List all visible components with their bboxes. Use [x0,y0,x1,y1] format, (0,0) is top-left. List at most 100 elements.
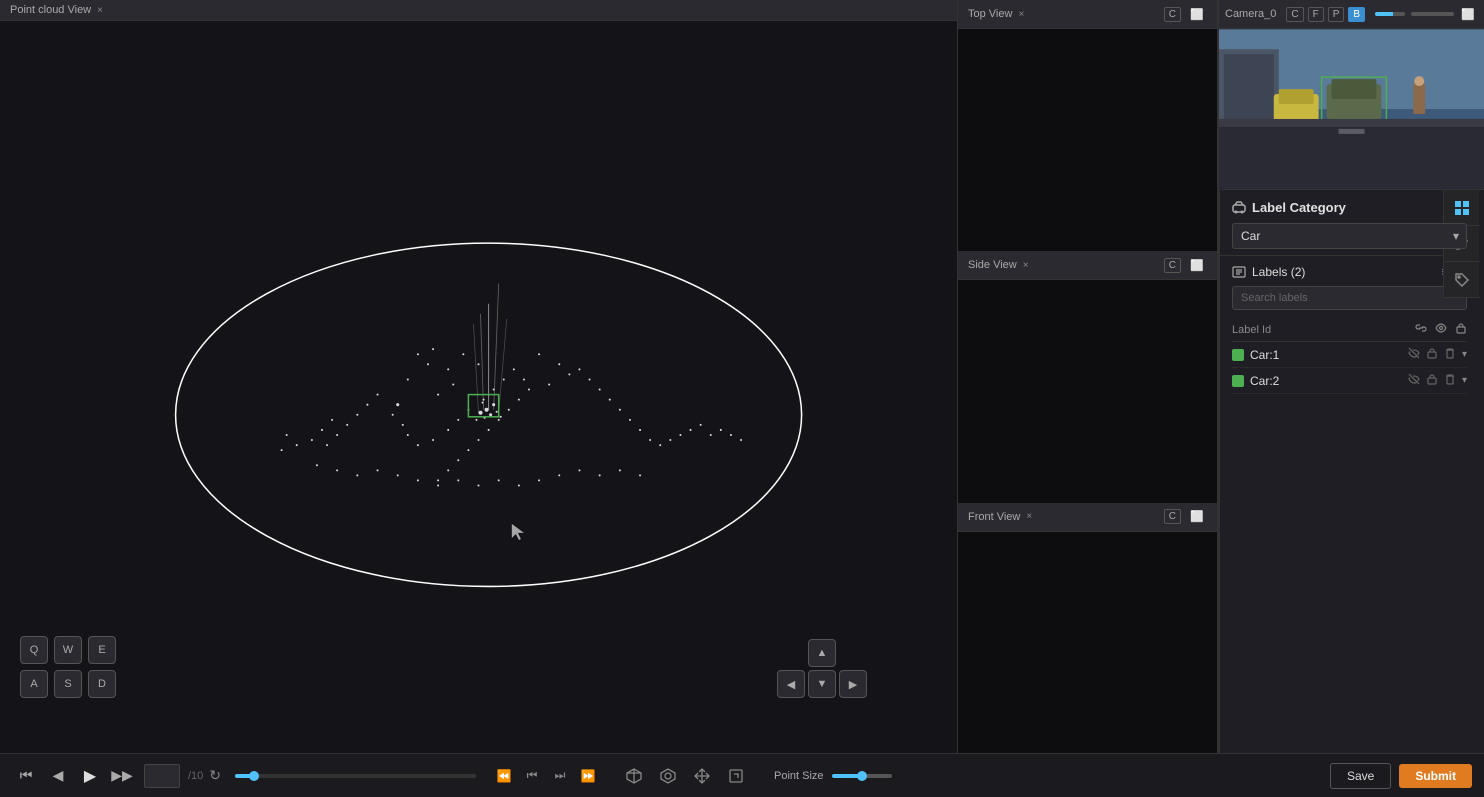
side-view-close[interactable]: × [1023,260,1029,271]
front-view-expand[interactable]: ⬜ [1187,507,1207,527]
top-view-panel: Top View × C ⬜ [958,0,1217,251]
front-view-badge[interactable]: C [1164,509,1181,524]
label-1-eye-off-icon[interactable] [1408,347,1420,362]
scale-tool[interactable] [722,762,750,790]
arrow-up-btn[interactable]: ▲ [808,639,836,667]
camera-expand[interactable]: ⬜ [1458,4,1478,24]
labels-count: Labels (2) [1232,265,1305,279]
cursor-indicator [512,524,524,540]
speed-forward-btn[interactable]: ⏩ [576,764,600,788]
header-lock-icon [1455,322,1467,337]
label-table: Label Id [1232,318,1467,394]
camera-badge-b[interactable]: B [1348,7,1365,22]
save-button[interactable]: Save [1330,763,1391,789]
label-row-1[interactable]: Car:1 ▾ [1232,342,1467,368]
arrow-left-btn[interactable]: ◀ [777,670,805,698]
keyboard-hints: Q W E A S D [20,636,116,698]
labels-section-header: Labels (2) ≡ ▽ [1232,264,1467,280]
camera-image-container [1219,29,1484,189]
move-tool[interactable] [688,762,716,790]
label-2-eye-off-icon[interactable] [1408,373,1420,388]
arrow-right-btn[interactable]: ▶ [839,670,867,698]
rotate-tool[interactable] [654,762,682,790]
label-2-expand-icon[interactable]: ▾ [1462,375,1467,386]
label-row-2[interactable]: Car:2 ▾ [1232,368,1467,394]
submit-button[interactable]: Submit [1399,764,1472,788]
point-cloud-tab: Point cloud View × [0,0,957,21]
camera-badge-f[interactable]: F [1308,7,1324,22]
label-1-lock-icon[interactable] [1426,347,1438,362]
frame-total: /10 [188,770,203,782]
side-view-panel: Side View × C ⬜ [958,251,1217,502]
bottom-toolbar: ⏮ ◀ ▶ ▶▶ 1 /10 ↻ ⏪ ⏮ ⏭ ⏩ [0,753,1484,797]
side-view-expand[interactable]: ⬜ [1187,255,1207,275]
top-view-close[interactable]: × [1018,9,1024,20]
category-select-wrap: Car [1232,223,1467,249]
playback-speed-controls: ⏪ ⏮ ⏭ ⏩ [492,764,600,788]
search-labels-input[interactable] [1232,286,1467,310]
arrow-down-btn[interactable]: ▼ [808,670,836,698]
side-view-badge[interactable]: C [1164,258,1181,273]
label-actions-header [1415,322,1467,337]
point-size-slider[interactable] [832,774,892,778]
list-icon [1232,265,1246,279]
point-size-label: Point Size [774,770,824,782]
label-row-2-actions: ▾ [1408,373,1467,388]
front-view-canvas [958,532,1217,753]
speed-next-frame-btn[interactable]: ⏭ [548,764,572,788]
point-cloud-tab-label: Point cloud View [10,4,91,16]
label-1-expand-icon[interactable]: ▾ [1462,349,1467,360]
point-cloud-canvas[interactable]: Q W E A S D ▲ ◀ [0,21,957,748]
camera-slider[interactable] [1375,12,1405,16]
front-view-close[interactable]: × [1026,511,1032,522]
main-area: Point cloud View × [0,0,1484,753]
front-view-tab: Front View × C ⬜ [958,503,1217,532]
camera-slider-track [1411,12,1454,16]
label-color-1 [1232,349,1244,361]
label-id-header: Label Id [1232,324,1415,336]
camera-label: Camera_0 [1225,8,1276,20]
next-btn[interactable]: ▶▶ [108,762,136,790]
camera-badge-p[interactable]: P [1328,7,1345,22]
nav-arrows: ▲ ◀ ▼ ▶ [777,639,867,698]
top-view-label: Top View [968,8,1012,20]
playback-controls: ⏮ ◀ ▶ ▶▶ [12,762,136,790]
top-view-expand[interactable]: ⬜ [1187,4,1207,24]
skip-start-btn[interactable]: ⏮ [12,762,40,790]
play-btn[interactable]: ▶ [76,762,104,790]
center-right-panels: Top View × C ⬜ Side View × C ⬜ [958,0,1218,753]
front-view-label: Front View [968,511,1020,523]
point-cloud-close[interactable]: × [97,5,103,16]
timeline-bar[interactable] [235,774,476,778]
prev-btn[interactable]: ◀ [44,762,72,790]
label-table-header: Label Id [1232,318,1467,342]
camera-panel: Camera_0 C F P B ⬜ [1219,0,1484,190]
category-select[interactable]: Car [1232,223,1467,249]
key-a: A [20,670,48,698]
key-d: D [88,670,116,698]
refresh-btn[interactable]: ↻ [209,767,221,784]
3d-box-tool[interactable] [620,762,648,790]
camera-badge-c[interactable]: C [1286,7,1303,22]
timeline-section: 1 /10 ↻ [144,764,484,788]
key-row-2: A S D [20,670,116,698]
toolbar-tag-icon[interactable] [1444,262,1480,298]
timeline-dot [249,771,259,781]
toolbar-grid-icon[interactable] [1444,190,1480,226]
label-2-delete-icon[interactable] [1444,373,1456,388]
key-e: E [88,636,116,664]
header-link-icon [1415,322,1427,337]
label-1-delete-icon[interactable] [1444,347,1456,362]
label-2-lock-icon[interactable] [1426,373,1438,388]
top-view-canvas [958,29,1217,253]
label-name-1: Car:1 [1250,348,1408,362]
side-view-label: Side View [968,259,1017,271]
key-w: W [54,636,82,664]
label-color-2 [1232,375,1244,387]
top-view-badge[interactable]: C [1164,7,1181,22]
tool-group [620,762,750,790]
frame-input[interactable]: 1 [144,764,180,788]
speed-prev-frame-btn[interactable]: ⏮ [520,764,544,788]
key-s: S [54,670,82,698]
speed-rewind-btn[interactable]: ⏪ [492,764,516,788]
